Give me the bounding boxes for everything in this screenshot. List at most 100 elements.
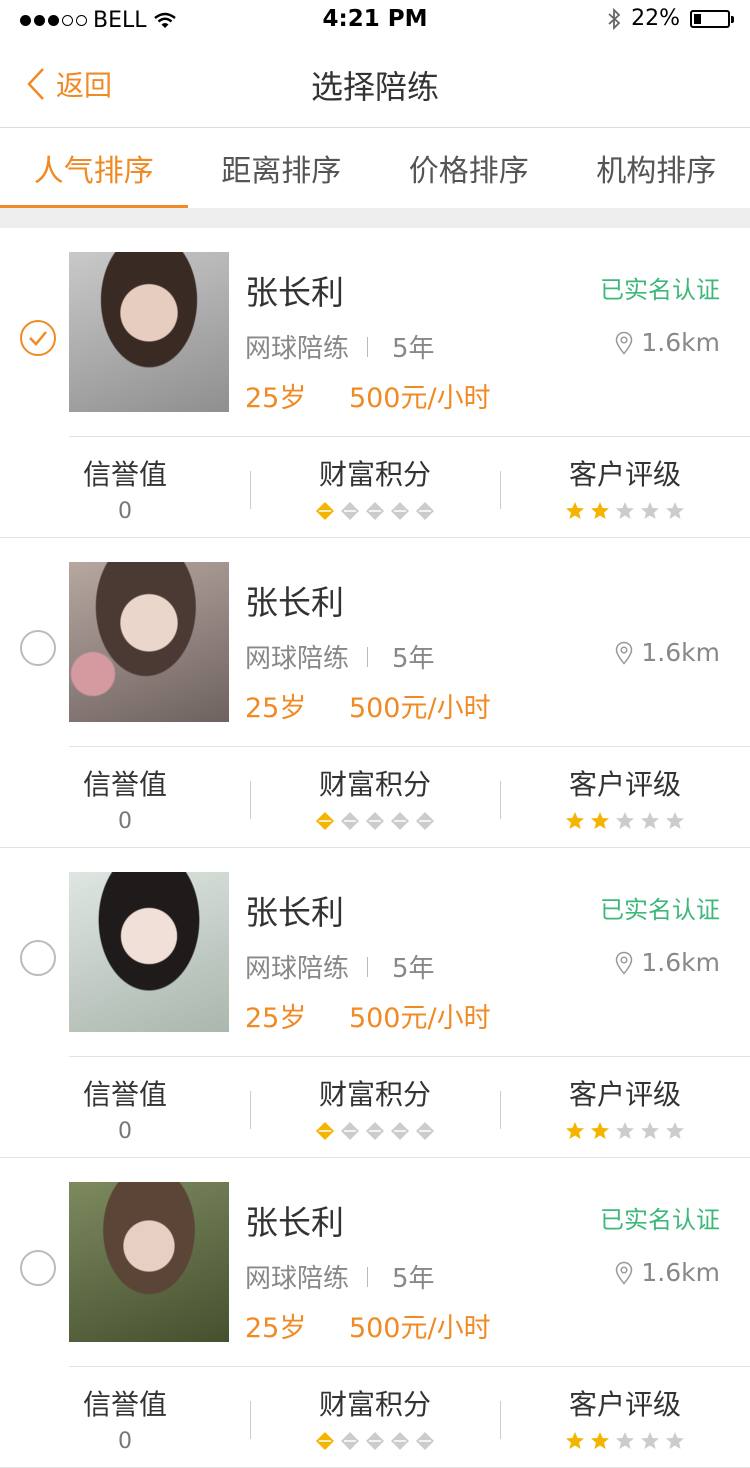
rating-label: 客户评级 bbox=[555, 763, 695, 803]
coach-card[interactable]: 张长利 网球陪练 5年 1.6km 25岁 500元/小时 信誉值 0 bbox=[0, 538, 750, 848]
status-right: 22% bbox=[607, 6, 730, 31]
diamond-icon bbox=[390, 1431, 410, 1451]
coach-age: 25岁 bbox=[245, 383, 306, 414]
coach-name: 张长利 bbox=[245, 576, 344, 624]
star-icon bbox=[565, 1431, 585, 1451]
coach-photo bbox=[69, 1182, 229, 1342]
rating-stat: 客户评级 bbox=[555, 1383, 695, 1451]
coach-stats: 信誉值 0 财富积分 客户评级 bbox=[0, 747, 750, 847]
star-icon bbox=[590, 1121, 610, 1141]
credit-stat: 信誉值 0 bbox=[70, 453, 180, 524]
coach-age: 25岁 bbox=[245, 1003, 306, 1034]
select-radio[interactable] bbox=[20, 630, 56, 666]
coach-photo bbox=[69, 872, 229, 1032]
verified-badge: 已实名认证 bbox=[600, 1200, 720, 1235]
distance-value: 1.6km bbox=[641, 638, 720, 667]
select-radio[interactable] bbox=[20, 940, 56, 976]
wealth-stat: 财富积分 bbox=[300, 1073, 450, 1141]
star-icon bbox=[590, 811, 610, 831]
rating-stat: 客户评级 bbox=[555, 1073, 695, 1141]
coach-distance: 1.6km bbox=[615, 1258, 720, 1287]
coach-name: 张长利 bbox=[245, 1196, 344, 1244]
rating-stars bbox=[555, 1121, 695, 1141]
star-icon bbox=[590, 501, 610, 521]
star-icon bbox=[565, 1121, 585, 1141]
meta-divider bbox=[367, 337, 368, 357]
diamond-icon bbox=[315, 1431, 335, 1451]
diamond-icon bbox=[415, 1121, 435, 1141]
coach-years: 5年 bbox=[392, 1258, 435, 1295]
coach-sport: 网球陪练 bbox=[245, 638, 349, 675]
coach-photo bbox=[69, 562, 229, 722]
diamond-icon bbox=[365, 1431, 385, 1451]
star-icon bbox=[640, 811, 660, 831]
coach-distance: 1.6km bbox=[615, 638, 720, 667]
battery-icon bbox=[690, 10, 730, 28]
diamond-icon bbox=[415, 1431, 435, 1451]
rating-stars bbox=[555, 811, 695, 831]
coach-card[interactable]: 张长利 已实名认证 网球陪练 5年 1.6km 25岁 500元/小时 信誉值 … bbox=[0, 1158, 750, 1468]
star-icon bbox=[640, 1121, 660, 1141]
rating-label: 客户评级 bbox=[555, 453, 695, 493]
rating-stat: 客户评级 bbox=[555, 453, 695, 521]
coach-years: 5年 bbox=[392, 638, 435, 675]
diamond-icon bbox=[340, 1431, 360, 1451]
coach-card[interactable]: 张长利 已实名认证 网球陪练 5年 1.6km 25岁 500元/小时 信誉值 … bbox=[0, 228, 750, 538]
credit-stat: 信誉值 0 bbox=[70, 1073, 180, 1144]
stat-divider bbox=[250, 471, 251, 509]
price-row: 25岁 500元/小时 bbox=[245, 686, 491, 725]
coach-price: 500元/小时 bbox=[349, 1313, 491, 1344]
check-icon bbox=[22, 322, 54, 354]
select-radio[interactable] bbox=[20, 320, 56, 356]
price-row: 25岁 500元/小时 bbox=[245, 1306, 491, 1345]
coach-stats: 信誉值 0 财富积分 客户评级 bbox=[0, 1057, 750, 1157]
bluetooth-icon bbox=[607, 8, 621, 30]
coach-price: 500元/小时 bbox=[349, 1003, 491, 1034]
star-icon bbox=[640, 1431, 660, 1451]
rating-label: 客户评级 bbox=[555, 1073, 695, 1113]
coach-meta: 网球陪练 5年 bbox=[245, 1258, 435, 1295]
coach-distance: 1.6km bbox=[615, 948, 720, 977]
coach-meta: 网球陪练 5年 bbox=[245, 638, 435, 675]
meta-divider bbox=[367, 957, 368, 977]
tab-price[interactable]: 价格排序 bbox=[375, 128, 563, 208]
price-row: 25岁 500元/小时 bbox=[245, 996, 491, 1035]
tab-distance[interactable]: 距离排序 bbox=[188, 128, 376, 208]
diamond-icon bbox=[390, 811, 410, 831]
diamond-icon bbox=[390, 1121, 410, 1141]
star-icon bbox=[640, 501, 660, 521]
tab-popularity[interactable]: 人气排序 bbox=[0, 128, 188, 208]
credit-label: 信誉值 bbox=[70, 763, 180, 803]
wealth-diamonds bbox=[300, 1431, 450, 1451]
rating-label: 客户评级 bbox=[555, 1383, 695, 1423]
wealth-diamonds bbox=[300, 1121, 450, 1141]
coach-years: 5年 bbox=[392, 948, 435, 985]
wealth-label: 财富积分 bbox=[300, 763, 450, 803]
credit-label: 信誉值 bbox=[70, 453, 180, 493]
coach-stats: 信誉值 0 财富积分 客户评级 bbox=[0, 437, 750, 537]
coach-sport: 网球陪练 bbox=[245, 1258, 349, 1295]
stat-divider bbox=[500, 1401, 501, 1439]
sort-tabs: 人气排序 距离排序 价格排序 机构排序 bbox=[0, 128, 750, 208]
rating-stars bbox=[555, 501, 695, 521]
wealth-stat: 财富积分 bbox=[300, 763, 450, 831]
coach-meta: 网球陪练 5年 bbox=[245, 328, 435, 365]
distance-value: 1.6km bbox=[641, 948, 720, 977]
diamond-icon bbox=[315, 811, 335, 831]
star-icon bbox=[665, 811, 685, 831]
wealth-diamonds bbox=[300, 501, 450, 521]
diamond-icon bbox=[315, 501, 335, 521]
diamond-icon bbox=[415, 811, 435, 831]
select-radio[interactable] bbox=[20, 1250, 56, 1286]
wealth-label: 财富积分 bbox=[300, 1073, 450, 1113]
star-icon bbox=[615, 811, 635, 831]
star-icon bbox=[565, 501, 585, 521]
coach-name: 张长利 bbox=[245, 886, 344, 934]
tab-organization[interactable]: 机构排序 bbox=[563, 128, 750, 208]
coach-sport: 网球陪练 bbox=[245, 948, 349, 985]
rating-stat: 客户评级 bbox=[555, 763, 695, 831]
battery-percent: 22% bbox=[631, 6, 680, 31]
credit-value: 0 bbox=[70, 1119, 180, 1144]
stat-divider bbox=[250, 1091, 251, 1129]
coach-card[interactable]: 张长利 已实名认证 网球陪练 5年 1.6km 25岁 500元/小时 信誉值 … bbox=[0, 848, 750, 1158]
